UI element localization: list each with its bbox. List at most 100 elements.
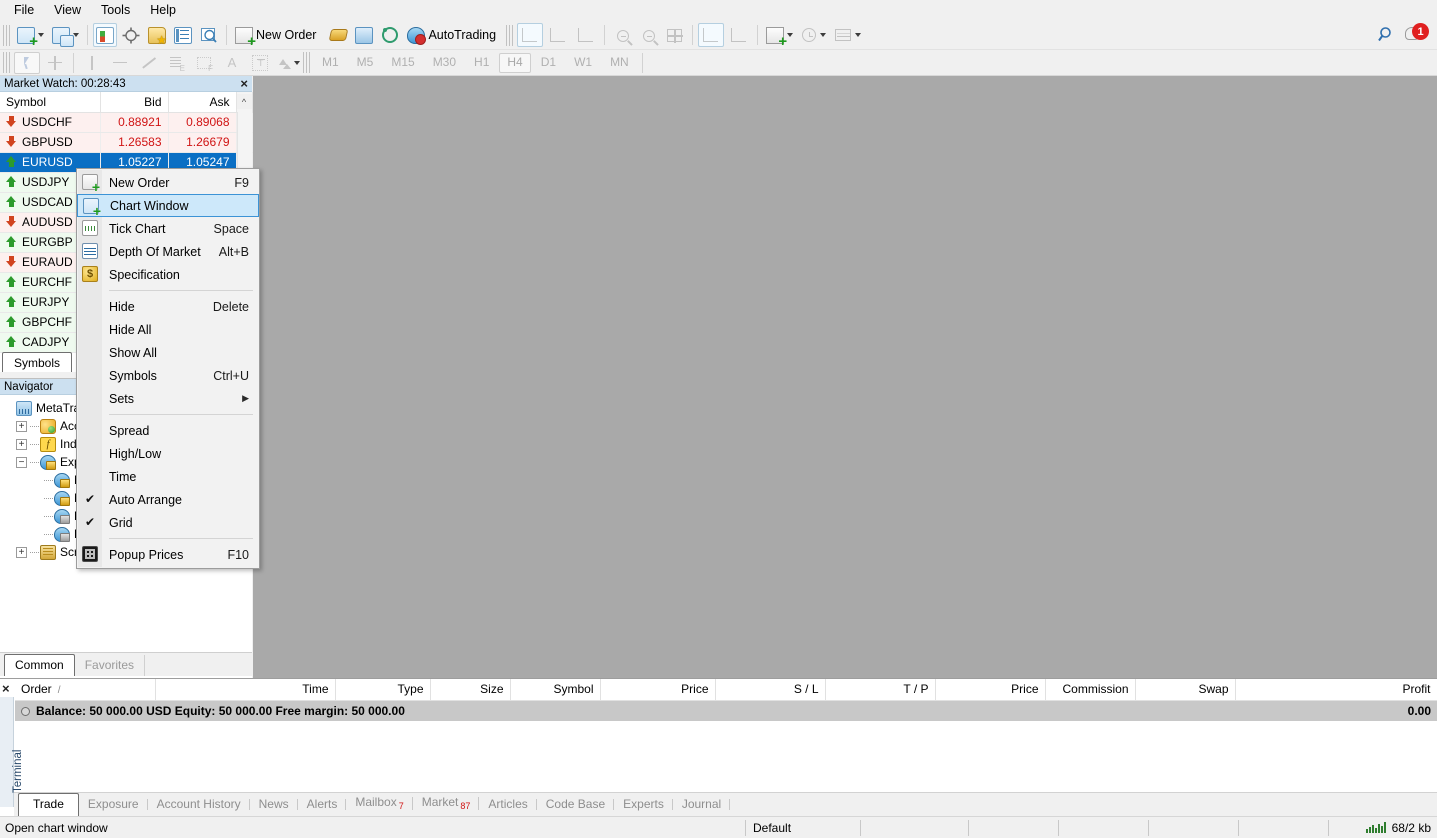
- chevron-down-icon[interactable]: [787, 33, 794, 37]
- timeframe-button-w1[interactable]: W1: [566, 53, 600, 73]
- new-order-button[interactable]: New Order: [232, 23, 324, 48]
- toolbar-grip[interactable]: [303, 52, 310, 73]
- timeframe-button-h1[interactable]: H1: [466, 53, 497, 73]
- context-menu-item-chart-window[interactable]: Chart Window: [77, 194, 259, 217]
- expand-icon[interactable]: +: [16, 546, 27, 558]
- menu-item-view[interactable]: View: [44, 0, 91, 21]
- terminal-column-order[interactable]: Order /: [15, 679, 156, 701]
- autotrading-button[interactable]: AutoTrading: [404, 23, 504, 47]
- market-watch-row[interactable]: USDCHF 0.88921 0.89068: [0, 112, 253, 133]
- menu-item-help[interactable]: Help: [140, 0, 186, 21]
- metaeditor-button[interactable]: [326, 23, 350, 47]
- data-window-button[interactable]: [197, 23, 221, 47]
- context-menu-item-popup-prices[interactable]: Popup Prices F10: [77, 543, 259, 566]
- terminal-column-time[interactable]: Time: [155, 679, 336, 701]
- menu-item-file[interactable]: File: [4, 0, 44, 21]
- toolbar-grip[interactable]: [3, 24, 10, 46]
- context-menu-item-depth-of-market[interactable]: Depth Of Market Alt+B: [77, 240, 259, 263]
- notifications-button[interactable]: 1: [1402, 23, 1430, 47]
- label-tool-button[interactable]: [247, 52, 273, 74]
- market-watch-row[interactable]: GBPUSD 1.26583 1.26679: [0, 132, 253, 153]
- navigator-button[interactable]: [171, 23, 195, 47]
- collapse-icon[interactable]: −: [16, 456, 27, 468]
- scroll-up-header[interactable]: ^: [236, 92, 253, 113]
- terminal-column-price[interactable]: Price: [935, 679, 1046, 701]
- context-menu-item-hide[interactable]: Hide Delete: [77, 295, 259, 318]
- terminal-tab-alerts[interactable]: Alerts: [298, 794, 347, 816]
- signals-button[interactable]: [378, 23, 402, 47]
- line-chart-button[interactable]: [573, 23, 599, 47]
- objects-button[interactable]: [275, 52, 301, 74]
- expand-icon[interactable]: +: [16, 420, 27, 432]
- terminal-tab-journal[interactable]: Journal: [673, 794, 731, 816]
- navigator-tab-favorites[interactable]: Favorites: [75, 655, 146, 676]
- crosshair-tool-button[interactable]: [42, 52, 68, 74]
- terminal-column-profit[interactable]: Profit: [1235, 679, 1437, 701]
- market-watch-tab-symbols[interactable]: Symbols: [2, 352, 72, 372]
- column-header-ask[interactable]: Ask: [168, 92, 237, 113]
- terminal-column-swap[interactable]: Swap: [1135, 679, 1236, 701]
- terminal-column-size[interactable]: Size: [430, 679, 511, 701]
- crosshair-button[interactable]: [119, 23, 143, 47]
- zoom-in-button[interactable]: [610, 23, 634, 47]
- context-menu-item-sets[interactable]: Sets ▶: [77, 387, 259, 410]
- timeframe-button-m15[interactable]: M15: [383, 53, 422, 73]
- chevron-down-icon[interactable]: [820, 33, 827, 37]
- terminal-close-icon[interactable]: ×: [2, 681, 10, 696]
- fibo-channel-button[interactable]: [191, 52, 217, 74]
- metaquotes-button[interactable]: [352, 23, 376, 47]
- horizontal-line-button[interactable]: [107, 52, 133, 74]
- context-menu-item-tick-chart[interactable]: Tick Chart Space: [77, 217, 259, 240]
- context-menu-item-hide-all[interactable]: Hide All: [77, 318, 259, 341]
- context-menu-item-grid[interactable]: ✔ Grid: [77, 511, 259, 534]
- context-menu-item-symbols[interactable]: Symbols Ctrl+U: [77, 364, 259, 387]
- candlestick-chart-button[interactable]: [545, 23, 571, 47]
- context-menu-item-spread[interactable]: Spread: [77, 419, 259, 442]
- chart-workspace[interactable]: [253, 76, 1437, 678]
- search-button[interactable]: [1374, 23, 1400, 47]
- terminal-column-t-p[interactable]: T / P: [825, 679, 936, 701]
- terminal-tab-trade[interactable]: Trade: [18, 793, 79, 816]
- timeframe-button-m30[interactable]: M30: [425, 53, 464, 73]
- terminal-column-symbol[interactable]: Symbol: [510, 679, 601, 701]
- expand-icon[interactable]: +: [16, 438, 27, 450]
- navigator-tab-common[interactable]: Common: [4, 654, 75, 676]
- chevron-down-icon[interactable]: [855, 33, 862, 37]
- timeframe-button-h4[interactable]: H4: [499, 52, 531, 73]
- terminal-tab-experts[interactable]: Experts: [614, 794, 673, 816]
- terminal-tab-account-history[interactable]: Account History: [148, 794, 250, 816]
- fibonacci-button[interactable]: [163, 52, 189, 74]
- column-header-symbol[interactable]: Symbol: [0, 92, 101, 113]
- close-icon[interactable]: ×: [240, 76, 248, 92]
- chevron-down-icon[interactable]: [38, 33, 44, 37]
- timeframe-button-m1[interactable]: M1: [314, 53, 347, 73]
- chart-shift-button[interactable]: [726, 23, 752, 47]
- chevron-down-icon[interactable]: [294, 60, 300, 65]
- context-menu-item-new-order[interactable]: New Order F9: [77, 171, 259, 194]
- terminal-column-commission[interactable]: Commission: [1045, 679, 1136, 701]
- terminal-tab-market[interactable]: Market 87: [413, 792, 480, 816]
- context-menu-item-auto-arrange[interactable]: ✔ Auto Arrange: [77, 488, 259, 511]
- terminal-column-type[interactable]: Type: [335, 679, 431, 701]
- context-menu-item-show-all[interactable]: Show All: [77, 341, 259, 364]
- toolbar-grip[interactable]: [3, 52, 10, 73]
- tile-charts-button[interactable]: [662, 23, 687, 47]
- favorites-button[interactable]: [145, 23, 169, 47]
- text-tool-button[interactable]: A: [219, 52, 245, 74]
- chevron-up-icon[interactable]: ^: [236, 94, 252, 110]
- trendline-button[interactable]: [135, 52, 161, 74]
- terminal-column-s-l[interactable]: S / L: [715, 679, 826, 701]
- new-chart-button[interactable]: [14, 23, 47, 48]
- terminal-tab-articles[interactable]: Articles: [479, 794, 538, 816]
- timeframe-button-m5[interactable]: M5: [349, 53, 382, 73]
- toolbar-grip[interactable]: [506, 24, 514, 46]
- periods-button[interactable]: [798, 23, 829, 47]
- indicators-button[interactable]: [763, 23, 796, 48]
- vertical-line-button[interactable]: [79, 52, 105, 74]
- market-watch-button[interactable]: [93, 23, 117, 47]
- zoom-out-button[interactable]: [636, 23, 660, 47]
- context-menu-item-specification[interactable]: $ Specification: [77, 263, 259, 286]
- tile-windows-button[interactable]: [49, 23, 82, 47]
- auto-scroll-button[interactable]: [698, 23, 725, 47]
- bar-chart-button[interactable]: [517, 23, 544, 47]
